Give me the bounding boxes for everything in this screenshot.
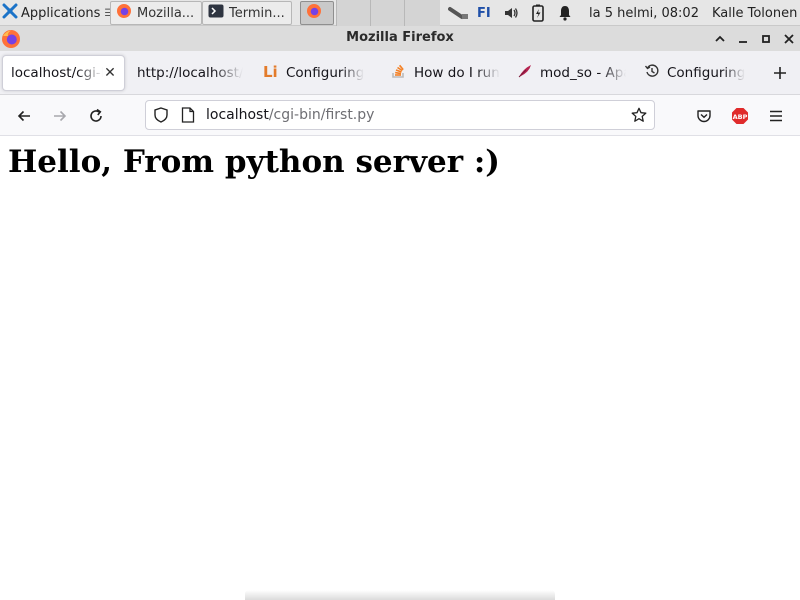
tab-label: localhost/cgi-bin/first.py — [11, 65, 103, 81]
keyboard-layout[interactable]: FI — [477, 0, 491, 26]
url-host: localhost — [206, 107, 269, 123]
xfce-icon — [2, 3, 18, 23]
taskbar-item-label: Mozilla... — [137, 5, 195, 21]
navigation-toolbar: localhost/cgi-bin/first.py ABP — [0, 95, 800, 136]
taskbar-item-firefox-2[interactable] — [300, 1, 334, 25]
taskbar-item-terminal[interactable]: Termin... — [202, 1, 292, 25]
page-info-icon[interactable] — [181, 107, 195, 127]
workspace-1[interactable] — [336, 0, 370, 26]
battery-icon[interactable] — [531, 0, 545, 26]
taskbar-item-firefox[interactable]: Mozilla... — [110, 1, 202, 25]
top-panel: Applications ☰ Mozilla... Termin... FI l… — [0, 0, 800, 26]
tab-label: How do I run — [414, 65, 500, 81]
volume-icon[interactable] — [503, 0, 519, 26]
history-icon — [644, 63, 660, 83]
window-title: Mozilla Firefox — [346, 30, 454, 45]
svg-text:ABP: ABP — [733, 113, 748, 121]
user-name[interactable]: Kalle Tolonen — [712, 0, 797, 26]
tab-label: Configuring — [286, 65, 365, 81]
url-bar[interactable]: localhost/cgi-bin/first.py — [145, 100, 655, 130]
collapse-window-button[interactable] — [711, 30, 729, 48]
tab-strip: localhost/cgi-bin/first.py ✕ http://loca… — [0, 51, 800, 95]
tab-label: http://localhost/ — [137, 65, 243, 81]
minimize-window-button[interactable] — [734, 30, 752, 48]
bookmark-star-icon[interactable] — [631, 107, 647, 127]
close-tab-icon[interactable]: ✕ — [102, 65, 118, 81]
reload-button[interactable] — [85, 105, 107, 127]
network-icon[interactable] — [448, 0, 470, 26]
system-tray: FI la 5 helmi, 08:02 Kalle Tolonen — [440, 0, 800, 26]
apache-feather-icon — [517, 63, 533, 83]
close-window-button[interactable] — [780, 30, 798, 48]
stackoverflow-icon — [391, 63, 407, 83]
svg-text:Li: Li — [263, 63, 278, 79]
hamburger-menu-icon[interactable] — [765, 105, 787, 127]
workspace-3[interactable] — [404, 0, 440, 26]
new-tab-button[interactable] — [770, 63, 790, 83]
tab-localhost-first-py[interactable]: localhost/cgi-bin/first.py ✕ — [2, 55, 125, 91]
status-panel-shadow — [245, 590, 555, 600]
back-button[interactable] — [13, 105, 35, 127]
workspace-2[interactable] — [370, 0, 404, 26]
notifications-bell-icon[interactable] — [558, 0, 572, 26]
forward-button[interactable] — [49, 105, 71, 127]
firefox-icon — [306, 3, 322, 23]
maximize-window-button[interactable] — [757, 30, 775, 48]
tab-configuring-history[interactable]: Configuring — [636, 55, 758, 91]
tab-localhost[interactable]: http://localhost/ — [129, 55, 247, 91]
tab-label: mod_so - Apache — [540, 65, 626, 81]
tab-configuring-linode[interactable]: Li Configuring — [255, 55, 375, 91]
terminal-icon — [208, 3, 224, 23]
window-titlebar[interactable]: Mozilla Firefox — [0, 26, 800, 51]
tab-label: Configuring — [667, 65, 746, 81]
applications-label: Applications — [21, 5, 101, 21]
clock[interactable]: la 5 helmi, 08:02 — [589, 0, 699, 26]
page-content: Hello, From python server :) — [0, 136, 800, 600]
taskbar-item-label: Termin... — [229, 5, 285, 21]
tracking-protection-shield-icon[interactable] — [153, 107, 169, 127]
applications-menu[interactable]: Applications ☰ — [2, 0, 113, 26]
firefox-icon — [116, 3, 132, 23]
page-heading: Hello, From python server :) — [8, 144, 500, 180]
linode-li-icon: Li — [263, 63, 279, 83]
tab-how-do-i-run[interactable]: How do I run — [383, 55, 505, 91]
tab-mod-so-apache[interactable]: mod_so - Apache — [509, 55, 631, 91]
url-path: /cgi-bin/first.py — [268, 107, 375, 123]
url-text[interactable]: localhost/cgi-bin/first.py — [206, 101, 374, 129]
adblock-plus-icon[interactable]: ABP — [729, 105, 751, 127]
pocket-icon[interactable] — [693, 105, 715, 127]
